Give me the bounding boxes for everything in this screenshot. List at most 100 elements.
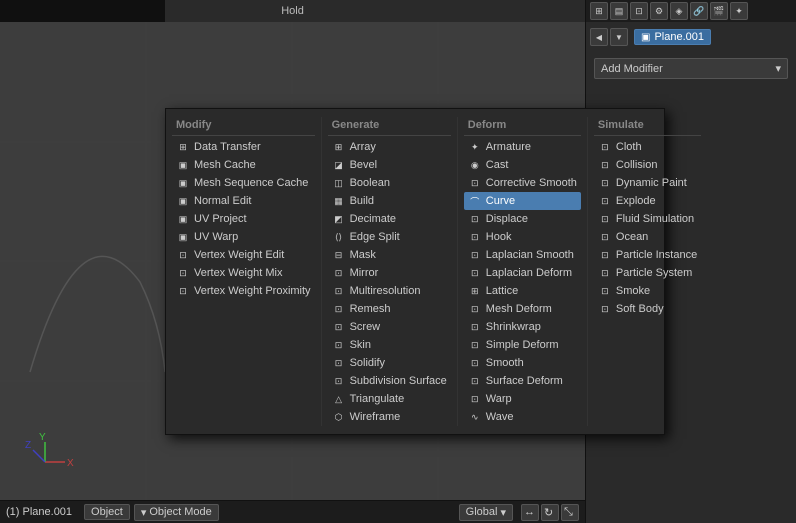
- item-icon: ⊞: [468, 284, 482, 298]
- menu-item-explode[interactable]: ⊡Explode: [594, 192, 701, 210]
- item-label: Displace: [486, 213, 528, 225]
- menu-item-multiresolution[interactable]: ⊡Multiresolution: [328, 282, 451, 300]
- menu-item-particle-instance[interactable]: ⊡Particle Instance: [594, 246, 701, 264]
- item-icon: ⟨⟩: [332, 230, 346, 244]
- item-icon: ⊞: [176, 140, 190, 154]
- move-tool[interactable]: ↔: [521, 504, 539, 521]
- panel-icon-3[interactable]: ⊡: [630, 2, 648, 20]
- menu-item-cloth[interactable]: ⊡Cloth: [594, 138, 701, 156]
- item-icon: ⊡: [468, 338, 482, 352]
- panel-icon-8[interactable]: ✦: [730, 2, 748, 20]
- menu-item-soft-body[interactable]: ⊡Soft Body: [594, 300, 701, 318]
- item-icon: ⊡: [468, 176, 482, 190]
- menu-item-curve[interactable]: ⌒Curve: [464, 192, 581, 210]
- menu-item-screw[interactable]: ⊡Screw: [328, 318, 451, 336]
- item-icon: ⊡: [468, 266, 482, 280]
- menu-item-hook[interactable]: ⊡Hook: [464, 228, 581, 246]
- menu-item-vertex-weight-proximity[interactable]: ⊡ Vertex Weight Proximity: [172, 282, 315, 300]
- item-icon: ⊡: [468, 374, 482, 388]
- nav-down[interactable]: ▼: [610, 28, 628, 46]
- object-mode-button[interactable]: ▾ Object Mode: [134, 504, 219, 521]
- panel-icon-5[interactable]: ◈: [670, 2, 688, 20]
- item-icon: ⊡: [468, 320, 482, 334]
- global-button[interactable]: Global ▾: [459, 504, 513, 521]
- item-icon: ⊡: [176, 284, 190, 298]
- menu-item-vertex-weight-mix[interactable]: ⊡Vertex Weight Mix: [172, 264, 315, 282]
- item-icon: ⊡: [598, 302, 612, 316]
- menu-item-decimate[interactable]: ◩Decimate: [328, 210, 451, 228]
- panel-icon-4[interactable]: ⚙: [650, 2, 668, 20]
- menu-item-bevel[interactable]: ◪Bevel: [328, 156, 451, 174]
- menu-item-mesh-deform[interactable]: ⊡Mesh Deform: [464, 300, 581, 318]
- nav-back[interactable]: ◀: [590, 28, 608, 46]
- item-label: Decimate: [350, 213, 396, 225]
- column-header: Simulate: [594, 117, 701, 136]
- menu-item-triangulate[interactable]: △Triangulate: [328, 390, 451, 408]
- menu-item-smoke[interactable]: ⊡Smoke: [594, 282, 701, 300]
- menu-item-laplacian-smooth[interactable]: ⊡Laplacian Smooth: [464, 246, 581, 264]
- menu-item-ocean[interactable]: ⊡Ocean: [594, 228, 701, 246]
- menu-item-shrinkwrap[interactable]: ⊡Shrinkwrap: [464, 318, 581, 336]
- menu-item-smooth[interactable]: ⊡Smooth: [464, 354, 581, 372]
- menu-item-warp[interactable]: ⊡Warp: [464, 390, 581, 408]
- menu-item-particle-system[interactable]: ⊡Particle System: [594, 264, 701, 282]
- menu-item-remesh[interactable]: ⊡Remesh: [328, 300, 451, 318]
- panel-icon-7[interactable]: 🎬: [710, 2, 728, 20]
- menu-item-laplacian-deform[interactable]: ⊡Laplacian Deform: [464, 264, 581, 282]
- item-icon: ▣: [176, 158, 190, 172]
- menu-item-data-transfer[interactable]: ⊞Data Transfer: [172, 138, 315, 156]
- menu-item-mesh-cache[interactable]: ▣Mesh Cache: [172, 156, 315, 174]
- menu-item-fluid-simulation[interactable]: ⊡Fluid Simulation: [594, 210, 701, 228]
- menu-item-armature[interactable]: ✦Armature: [464, 138, 581, 156]
- menu-item-solidify[interactable]: ⊡Solidify: [328, 354, 451, 372]
- item-label: Hook: [486, 231, 512, 243]
- menu-item-cast[interactable]: ◉Cast: [464, 156, 581, 174]
- menu-item-simple-deform[interactable]: ⊡Simple Deform: [464, 336, 581, 354]
- menu-item-wave[interactable]: ∿Wave: [464, 408, 581, 426]
- rotate-tool[interactable]: ↻: [541, 504, 559, 521]
- item-label: Wireframe: [350, 411, 401, 423]
- menu-item-lattice[interactable]: ⊞Lattice: [464, 282, 581, 300]
- item-label: Surface Deform: [486, 375, 563, 387]
- plane-name-field[interactable]: ▣ Plane.001: [634, 29, 711, 45]
- item-label: Remesh: [350, 303, 391, 315]
- menu-item-uv-warp[interactable]: ▣UV Warp: [172, 228, 315, 246]
- item-label: Bevel: [350, 159, 378, 171]
- menu-item-dynamic-paint[interactable]: ⊡Dynamic Paint: [594, 174, 701, 192]
- item-icon: △: [332, 392, 346, 406]
- item-icon: ⊡: [468, 212, 482, 226]
- menu-item-corrective-smooth[interactable]: ⊡Corrective Smooth: [464, 174, 581, 192]
- panel-icon-1[interactable]: ⊞: [590, 2, 608, 20]
- object-button[interactable]: Object: [84, 504, 130, 520]
- menu-item-array[interactable]: ⊞Array: [328, 138, 451, 156]
- menu-item-mirror[interactable]: ⊡Mirror: [328, 264, 451, 282]
- menu-item-collision[interactable]: ⊡Collision: [594, 156, 701, 174]
- mode-icon: ▾: [141, 506, 147, 519]
- menu-item-displace[interactable]: ⊡ Displace: [464, 210, 581, 228]
- menu-item-edge-split[interactable]: ⟨⟩Edge Split: [328, 228, 451, 246]
- item-icon: ⊡: [598, 284, 612, 298]
- menu-item-wireframe[interactable]: ⬡Wireframe: [328, 408, 451, 426]
- menu-item-vertex-weight-edit[interactable]: ⊡Vertex Weight Edit: [172, 246, 315, 264]
- menu-item-mesh-sequence-cache[interactable]: ▣Mesh Sequence Cache: [172, 174, 315, 192]
- panel-icon-6[interactable]: 🔗: [690, 2, 708, 20]
- svg-text:Z: Z: [25, 440, 31, 451]
- menu-item-surface-deform[interactable]: ⊡ Surface Deform: [464, 372, 581, 390]
- panel-icon-2[interactable]: ▤: [610, 2, 628, 20]
- item-icon: ⊡: [468, 356, 482, 370]
- menu-item-boolean[interactable]: ◫Boolean: [328, 174, 451, 192]
- menu-item-mask[interactable]: ⊟Mask: [328, 246, 451, 264]
- menu-item-normal-edit[interactable]: ▣Normal Edit: [172, 192, 315, 210]
- menu-item-subdivision-surface[interactable]: ⊡Subdivision Surface: [328, 372, 451, 390]
- add-modifier-button[interactable]: Add Modifier ▾: [594, 58, 788, 79]
- item-label: Cloth: [616, 141, 642, 153]
- item-label: Vertex Weight Proximity: [194, 285, 311, 297]
- item-icon: ▣: [176, 176, 190, 190]
- menu-item-skin[interactable]: ⊡Skin: [328, 336, 451, 354]
- scale-tool[interactable]: ⤡: [561, 504, 579, 521]
- menu-column-simulate: Simulate⊡Cloth⊡Collision⊡Dynamic Paint⊡E…: [588, 117, 707, 426]
- item-label: Mirror: [350, 267, 379, 279]
- menu-item-build[interactable]: ▦Build: [328, 192, 451, 210]
- mode-label: Object Mode: [149, 506, 211, 518]
- menu-item-uv-project[interactable]: ▣UV Project: [172, 210, 315, 228]
